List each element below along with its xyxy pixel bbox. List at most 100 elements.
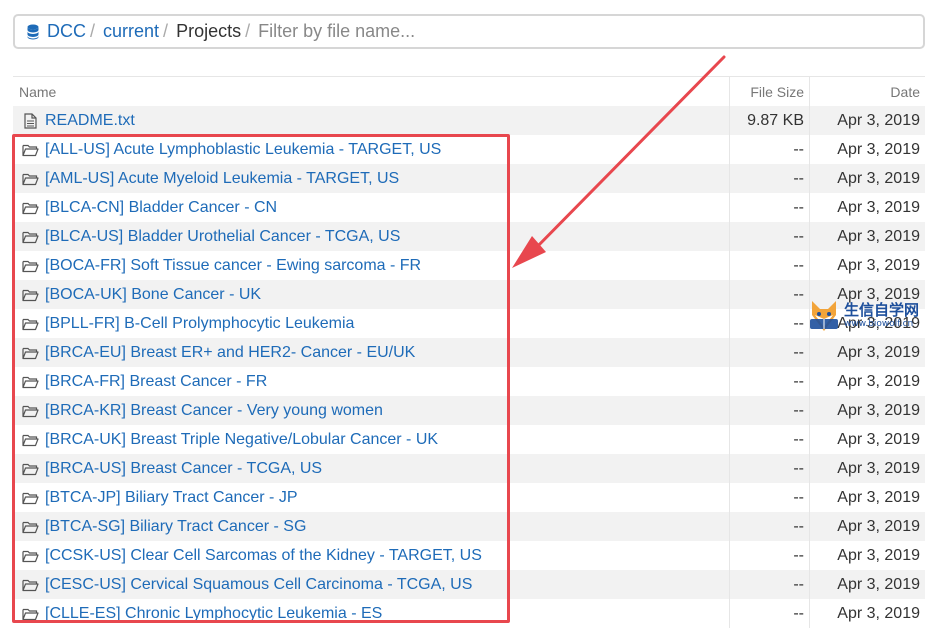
folder-open-icon (21, 345, 39, 361)
folder-link[interactable]: [CESC-US] Cervical Squamous Cell Carcino… (45, 576, 472, 594)
size-cell: -- (730, 309, 810, 338)
folder-row[interactable]: [BOCA-FR] Soft Tissue cancer - Ewing sar… (13, 251, 925, 280)
folder-link[interactable]: [BTCA-SG] Biliary Tract Cancer - SG (45, 518, 306, 536)
date-cell: Apr 3, 2019 (837, 198, 920, 216)
date-cell: Apr 3, 2019 (837, 314, 920, 332)
date-cell: Apr 3, 2019 (837, 401, 920, 419)
folder-open-icon (21, 461, 39, 477)
size-cell: -- (730, 425, 810, 454)
folder-link[interactable]: [BLCA-CN] Bladder Cancer - CN (45, 199, 277, 217)
breadcrumb-current-link[interactable]: current (103, 21, 159, 42)
folder-open-icon (21, 519, 39, 535)
folder-row[interactable]: [BTCA-SG] Biliary Tract Cancer - SG -- Apr… (13, 512, 925, 541)
folder-row[interactable]: [BPLL-FR] B-Cell Prolymphocytic Leukemia… (13, 309, 925, 338)
name-cell: [BTCA-SG] Biliary Tract Cancer - SG (13, 512, 730, 541)
folder-row[interactable]: [ALL-US] Acute Lymphoblastic Leukemia - … (13, 135, 925, 164)
folder-link[interactable]: [BRCA-UK] Breast Triple Negative/Lobular… (45, 431, 438, 449)
date-cell: Apr 3, 2019 (837, 343, 920, 361)
folder-open-icon (21, 490, 39, 506)
size-cell: -- (730, 483, 810, 512)
size-cell: -- (730, 512, 810, 541)
folder-row[interactable]: [BRCA-KR] Breast Cancer - Very young wom… (13, 396, 925, 425)
folder-row[interactable]: [BLCA-CN] Bladder Cancer - CN -- Apr 3, 20… (13, 193, 925, 222)
column-header-name[interactable]: Name (13, 77, 730, 106)
folder-link[interactable]: [BOCA-FR] Soft Tissue cancer - Ewing sar… (45, 257, 421, 275)
name-cell: [AML-US] Acute Myeloid Leukemia - TARGET… (13, 164, 730, 193)
date-cell: Apr 3, 2019 (837, 604, 920, 622)
folder-row[interactable]: [BLCA-US] Bladder Urothelial Cancer - TC… (13, 222, 925, 251)
folder-link[interactable]: [BRCA-US] Breast Cancer - TCGA, US (45, 460, 322, 478)
name-cell: [ALL-US] Acute Lymphoblastic Leukemia - … (13, 135, 730, 164)
folder-link[interactable]: [AML-US] Acute Myeloid Leukemia - TARGET… (45, 170, 399, 188)
column-header-date[interactable]: Date (810, 77, 925, 106)
date-cell: Apr 3, 2019 (837, 546, 920, 564)
folder-link[interactable]: [CLLE-ES] Chronic Lymphocytic Leukemia -… (45, 605, 382, 623)
folder-open-icon (21, 403, 39, 419)
folder-row[interactable]: [BRCA-UK] Breast Triple Negative/Lobular… (13, 425, 925, 454)
date-cell: Apr 3, 2019 (837, 169, 920, 187)
name-cell: [BRCA-US] Breast Cancer - TCGA, US (13, 454, 730, 483)
name-cell: README.txt (13, 106, 730, 135)
size-cell: -- (730, 541, 810, 570)
name-cell: [BRCA-UK] Breast Triple Negative/Lobular… (13, 425, 730, 454)
size-cell: -- (730, 454, 810, 483)
folder-link[interactable]: [BPLL-FR] B-Cell Prolymphocytic Leukemia (45, 315, 354, 333)
date-cell: Apr 3, 2019 (837, 140, 920, 158)
folder-row[interactable]: [BRCA-US] Breast Cancer - TCGA, US -- Apr … (13, 454, 925, 483)
folder-row[interactable]: [CCSK-US] Clear Cell Sarcomas of the Kid… (13, 541, 925, 570)
folder-open-icon (21, 287, 39, 303)
folder-open-icon (21, 548, 39, 564)
folder-link[interactable]: [BRCA-FR] Breast Cancer - FR (45, 373, 267, 391)
date-cell: Apr 3, 2019 (837, 285, 920, 303)
name-cell: [CESC-US] Cervical Squamous Cell Carcino… (13, 570, 730, 599)
size-cell: -- (730, 135, 810, 164)
folder-link[interactable]: [BLCA-US] Bladder Urothelial Cancer - TC… (45, 228, 400, 246)
folder-link[interactable]: [ALL-US] Acute Lymphoblastic Leukemia - … (45, 141, 441, 159)
breadcrumb-separator: / (90, 21, 96, 41)
folder-link[interactable]: [BRCA-KR] Breast Cancer - Very young wom… (45, 402, 383, 420)
name-cell: [BRCA-EU] Breast ER+ and HER2- Cancer - … (13, 338, 730, 367)
size-cell: -- (730, 599, 810, 628)
file-browser-page: DCC / current / Projects / Name File Siz… (0, 0, 931, 633)
table-header: Name File Size Date (13, 77, 925, 106)
database-icon (25, 23, 41, 41)
breadcrumb-projects: Projects (176, 21, 242, 41)
folder-row[interactable]: [AML-US] Acute Myeloid Leukemia - TARGET… (13, 164, 925, 193)
folder-link[interactable]: [CCSK-US] Clear Cell Sarcomas of the Kid… (45, 547, 482, 565)
folder-open-icon (21, 606, 39, 622)
name-cell: [BLCA-US] Bladder Urothelial Cancer - TC… (13, 222, 730, 251)
folder-open-icon (21, 142, 39, 158)
name-cell: [BOCA-UK] Bone Cancer - UK (13, 280, 730, 309)
file-row[interactable]: README.txt 9.87 KB Apr 3, 2019 (13, 106, 925, 135)
folder-link[interactable]: [BOCA-UK] Bone Cancer - UK (45, 286, 261, 304)
date-cell: Apr 3, 2019 (837, 372, 920, 390)
folder-row[interactable]: [CESC-US] Cervical Squamous Cell Carcino… (13, 570, 925, 599)
folder-open-icon (21, 229, 39, 245)
size-cell: -- (730, 193, 810, 222)
name-cell: [CCSK-US] Clear Cell Sarcomas of the Kid… (13, 541, 730, 570)
file-link[interactable]: README.txt (45, 112, 135, 130)
filter-input[interactable] (258, 21, 619, 42)
date-cell: Apr 3, 2019 (837, 575, 920, 593)
name-cell: [BOCA-FR] Soft Tissue cancer - Ewing sar… (13, 251, 730, 280)
name-cell: [CLLE-ES] Chronic Lymphocytic Leukemia -… (13, 599, 730, 628)
folder-link[interactable]: [BRCA-EU] Breast ER+ and HER2- Cancer - … (45, 344, 415, 362)
folder-open-icon (21, 577, 39, 593)
folder-row[interactable]: [BTCA-JP] Biliary Tract Cancer - JP -- Apr… (13, 483, 925, 512)
folder-row[interactable]: [BRCA-FR] Breast Cancer - FR -- Apr 3, 201… (13, 367, 925, 396)
date-cell: Apr 3, 2019 (837, 517, 920, 535)
folder-row[interactable]: [CLLE-ES] Chronic Lymphocytic Leukemia -… (13, 599, 925, 628)
folder-open-icon (21, 200, 39, 216)
column-header-size[interactable]: File Size (730, 77, 810, 106)
folder-row[interactable]: [BOCA-UK] Bone Cancer - UK -- Apr 3, 2019 (13, 280, 925, 309)
size-cell: -- (730, 251, 810, 280)
size-cell: -- (730, 222, 810, 251)
breadcrumb: DCC / current / Projects / (13, 14, 925, 49)
date-cell: Apr 3, 2019 (837, 430, 920, 448)
folder-row[interactable]: [BRCA-EU] Breast ER+ and HER2- Cancer - … (13, 338, 925, 367)
folder-link[interactable]: [BTCA-JP] Biliary Tract Cancer - JP (45, 489, 298, 507)
size-cell: -- (730, 338, 810, 367)
name-cell: [BRCA-FR] Breast Cancer - FR (13, 367, 730, 396)
breadcrumb-root-link[interactable]: DCC (47, 21, 86, 42)
date-cell: Apr 3, 2019 (837, 459, 920, 477)
